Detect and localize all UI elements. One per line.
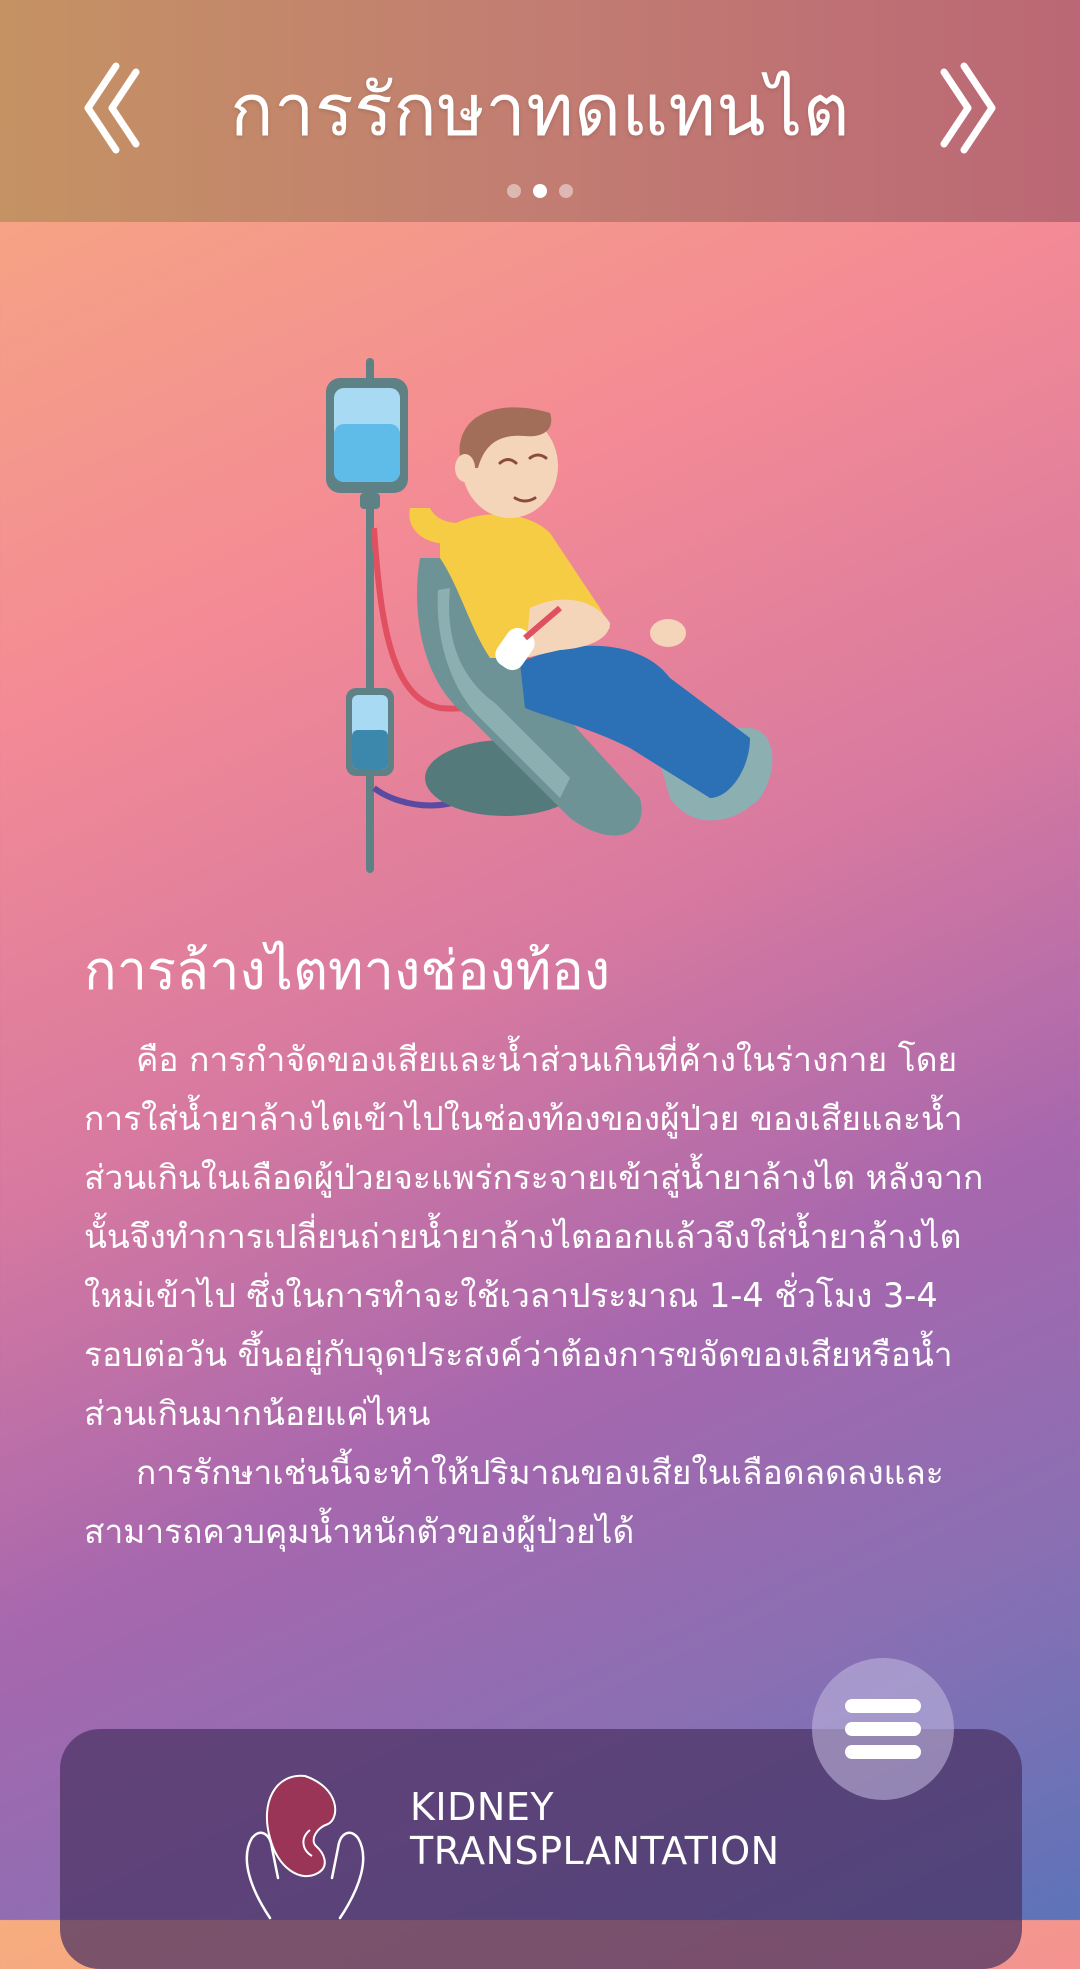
double-chevron-right-icon (940, 62, 996, 154)
peritoneal-dialysis-illustration (310, 358, 790, 878)
paragraph-benefit: การรักษาเช่นนี้จะทำให้ปริมาณของเสียในเลื… (84, 1453, 944, 1551)
page-dot[interactable] (559, 184, 573, 198)
kidney-hands-logo-icon (245, 1774, 365, 1920)
next-button[interactable] (934, 58, 1004, 158)
page-dot[interactable] (507, 184, 521, 198)
hamburger-menu-icon (845, 1699, 921, 1759)
brand-line-2: TRANSPLANTATION (410, 1829, 780, 1873)
page-title: การรักษาทดแทนไต (229, 68, 851, 152)
page-dot-active[interactable] (533, 184, 547, 198)
main-content: การล้างไตทางช่องท้อง คือ การกำจัดของเสีย… (84, 938, 1004, 1561)
paragraph-definition: คือ การกำจัดของเสียและน้ำส่วนเกินที่ค้าง… (84, 1040, 984, 1433)
menu-button[interactable] (812, 1658, 954, 1800)
header-bar: การรักษาทดแทนไต (0, 0, 1080, 222)
page-indicator (0, 184, 1080, 198)
brand-name: KIDNEY TRANSPLANTATION (410, 1785, 780, 1873)
brand-line-1: KIDNEY (410, 1785, 555, 1829)
section-title: การล้างไตทางช่องท้อง (84, 939, 611, 1002)
